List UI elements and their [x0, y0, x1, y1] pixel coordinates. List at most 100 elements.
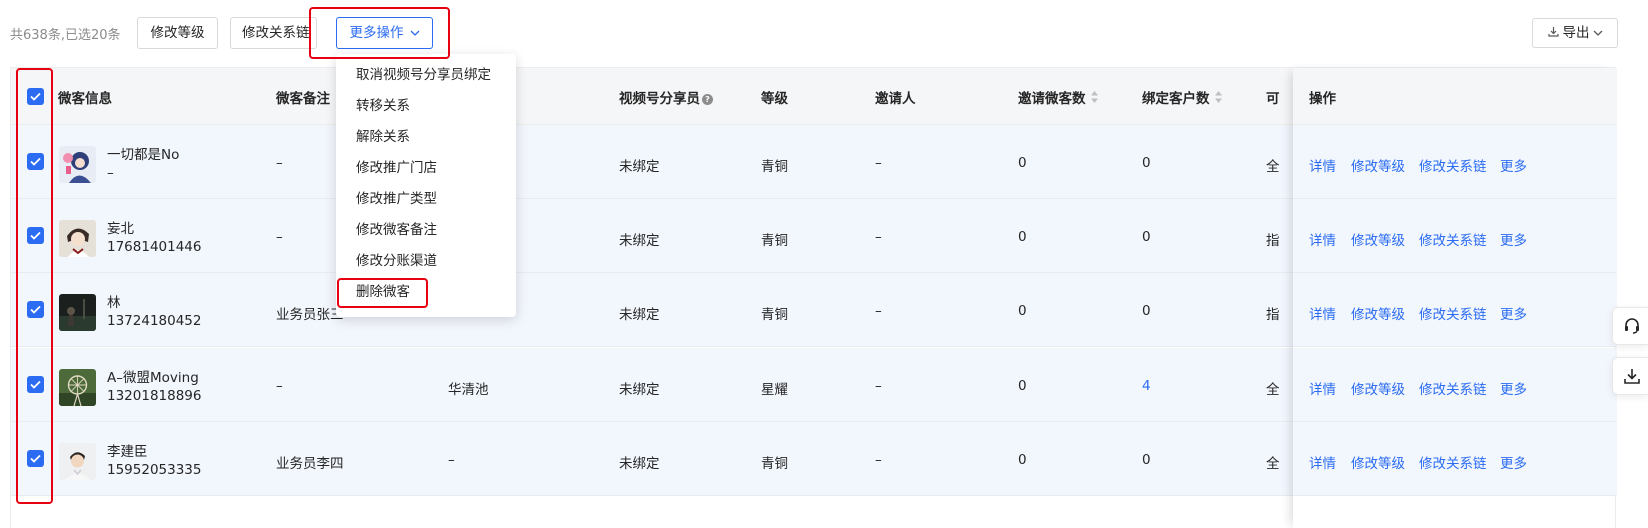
bound-count-cell: 0 — [1142, 155, 1151, 171]
customer-name: 妄北 — [107, 221, 134, 237]
col-ops: 操作 — [1309, 91, 1336, 107]
edit-level-link[interactable]: 修改等级 — [1351, 229, 1405, 249]
detail-link[interactable]: 详情 — [1309, 452, 1336, 472]
dropdown-item-release[interactable]: 解除关系 — [356, 125, 410, 145]
col-info: 微客信息 — [58, 91, 112, 107]
more-actions-button[interactable]: 更多操作 — [336, 17, 433, 49]
dropdown-item-delete[interactable]: 删除微客 — [356, 280, 410, 300]
edit-level-link[interactable]: 修改等级 — [1351, 378, 1405, 398]
detail-link[interactable]: 详情 — [1309, 303, 1336, 323]
sharer-cell: 未绑定 — [619, 456, 660, 472]
customer-phone: 15952053335 — [107, 462, 202, 478]
edit-level-link[interactable]: 修改等级 — [1351, 303, 1405, 323]
bound-count-cell: 0 — [1142, 452, 1151, 468]
promo-type-text: 全 — [1266, 382, 1280, 398]
promo-type-cell: 指 — [1266, 229, 1286, 249]
inviter-cell: – — [875, 303, 882, 319]
col-bound[interactable]: 绑定客户数 — [1142, 87, 1223, 108]
dropdown-item-unbind-sharer[interactable]: 取消视频号分享员绑定 — [356, 63, 491, 83]
col-bound-label: 绑定客户数 — [1142, 91, 1210, 107]
selection-count: 共638条,已选20条 — [10, 28, 121, 43]
more-link[interactable]: 更多 — [1500, 452, 1527, 472]
dropdown-item-transfer[interactable]: 转移关系 — [356, 94, 410, 114]
dropdown-item-edit-store[interactable]: 修改推广门店 — [356, 156, 437, 176]
promo-type-text: 全 — [1266, 159, 1280, 175]
edit-level-link[interactable]: 修改等级 — [1351, 155, 1405, 175]
edit-level-link[interactable]: 修改等级 — [1351, 452, 1405, 472]
nickname-cell: 华清池 — [448, 382, 489, 398]
check-icon — [30, 157, 41, 166]
detail-link[interactable]: 详情 — [1309, 378, 1336, 398]
promo-type-cell: 全 — [1266, 452, 1286, 472]
dropdown-item-edit-channel[interactable]: 修改分账渠道 — [356, 249, 437, 269]
dropdown-item-edit-remark[interactable]: 修改微客备注 — [356, 218, 437, 238]
ops-row: 详情 修改等级 修改关系链 更多 — [1293, 422, 1617, 496]
row-checkbox[interactable] — [27, 301, 44, 318]
edit-chain-link[interactable]: 修改关系链 — [1419, 378, 1487, 398]
customer-name: 一切都是No — [107, 147, 180, 163]
row-checkbox[interactable] — [27, 450, 44, 467]
avatar — [59, 443, 96, 480]
edit-chain-link[interactable]: 修改关系链 — [1419, 452, 1487, 472]
edit-chain-button[interactable]: 修改关系链 — [230, 17, 317, 49]
bound-count-cell: 0 — [1142, 229, 1151, 245]
level-cell: 青铜 — [761, 307, 788, 323]
export-button[interactable]: 导出 — [1532, 18, 1618, 48]
check-icon — [30, 305, 41, 314]
invited-count-cell: 0 — [1018, 155, 1027, 171]
nickname-cell: – — [448, 452, 455, 468]
ops-row: 详情 修改等级 修改关系链 更多 — [1293, 125, 1617, 199]
level-cell: 青铜 — [761, 233, 788, 249]
export-label: 导出 — [1562, 25, 1590, 41]
inviter-cell: – — [875, 452, 882, 468]
check-icon — [30, 92, 41, 101]
edit-chain-link[interactable]: 修改关系链 — [1419, 155, 1487, 175]
detail-link[interactable]: 详情 — [1309, 155, 1336, 175]
toolbar: 共638条,已选20条 修改等级 修改关系链 更多操作 导出 — [0, 0, 1648, 64]
avatar — [59, 146, 96, 183]
remark-cell: 业务员李四 — [276, 456, 344, 472]
col-invited[interactable]: 邀请微客数 — [1018, 87, 1099, 108]
level-cell: 青铜 — [761, 159, 788, 175]
chevron-down-icon — [1593, 19, 1603, 47]
row-checkbox[interactable] — [27, 376, 44, 393]
inviter-cell: – — [875, 155, 882, 171]
edit-chain-link[interactable]: 修改关系链 — [1419, 229, 1487, 249]
inviter-cell: – — [875, 229, 882, 245]
customer-phone: 13201818896 — [107, 388, 202, 404]
customer-name: 林 — [107, 295, 121, 311]
promo-type-cell: 全 — [1266, 378, 1286, 398]
download-float-button[interactable] — [1612, 357, 1648, 395]
customer-table: 微客信息 微客备注 称 视频号分享员? 等级 邀请人 邀请微客数 绑定客户数 可… — [10, 67, 1617, 528]
dropdown-item-edit-type[interactable]: 修改推广类型 — [356, 187, 437, 207]
bound-count-cell[interactable]: 4 — [1142, 378, 1151, 394]
level-cell: 青铜 — [761, 456, 788, 472]
ops-header: 操作 — [1293, 68, 1617, 125]
remark-cell: – — [276, 155, 283, 171]
sort-icon[interactable] — [1214, 90, 1223, 108]
edit-level-button[interactable]: 修改等级 — [137, 17, 218, 49]
customer-service-button[interactable] — [1612, 307, 1648, 345]
promo-type-cell: 全 — [1266, 155, 1286, 175]
ops-row: 详情 修改等级 修改关系链 更多 — [1293, 273, 1617, 347]
sort-icon[interactable] — [1090, 90, 1099, 108]
customer-name: 李建臣 — [107, 444, 148, 460]
col-level: 等级 — [761, 91, 788, 107]
remark-cell: – — [276, 378, 283, 394]
edit-chain-link[interactable]: 修改关系链 — [1419, 303, 1487, 323]
row-checkbox[interactable] — [27, 227, 44, 244]
more-link[interactable]: 更多 — [1500, 378, 1527, 398]
select-all-checkbox[interactable] — [27, 88, 44, 105]
inviter-cell: – — [875, 378, 882, 394]
detail-link[interactable]: 详情 — [1309, 229, 1336, 249]
help-icon[interactable]: ? — [702, 93, 713, 105]
check-icon — [30, 231, 41, 240]
more-link[interactable]: 更多 — [1500, 229, 1527, 249]
customer-phone: 17681401446 — [107, 239, 202, 255]
more-link[interactable]: 更多 — [1500, 303, 1527, 323]
promo-type-text: 全 — [1266, 456, 1280, 472]
more-link[interactable]: 更多 — [1500, 155, 1527, 175]
col-extra: 可 — [1266, 91, 1280, 107]
row-checkbox[interactable] — [27, 153, 44, 170]
col-inviter: 邀请人 — [875, 91, 916, 107]
